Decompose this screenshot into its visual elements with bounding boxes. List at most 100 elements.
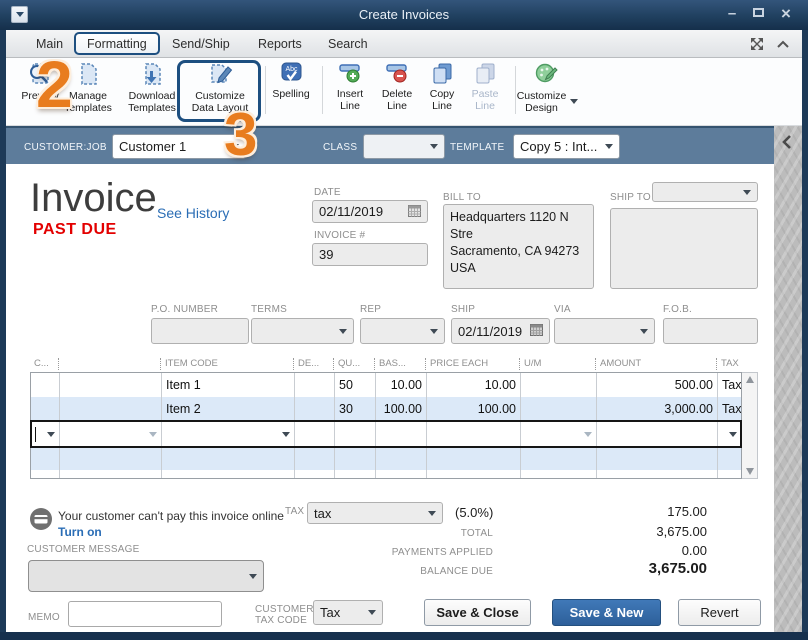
calendar-icon[interactable] [530, 323, 543, 339]
minimize-button[interactable]: – [722, 0, 742, 30]
customer-message-dropdown[interactable] [28, 560, 264, 592]
table-scrollbar[interactable] [742, 372, 758, 479]
tab-send-ship[interactable]: Send/Ship [166, 30, 236, 58]
chevron-down-icon [570, 99, 578, 104]
date-value: 02/11/2019 [319, 204, 384, 219]
tab-reports[interactable]: Reports [252, 30, 308, 58]
chevron-down-icon [430, 144, 438, 149]
bill-to-box[interactable]: Headquarters 1120 N Stre Sacramento, CA … [443, 204, 594, 289]
insert-line-label: Insert Line [336, 88, 364, 112]
customer-tax-code-dropdown[interactable]: Tax [313, 600, 383, 625]
delete-line-button[interactable]: Delete Line [373, 62, 421, 112]
revert-button[interactable]: Revert [678, 599, 761, 626]
turn-on-link[interactable]: Turn on [58, 525, 102, 539]
ship-date-field[interactable]: 02/11/2019 [451, 318, 550, 344]
ship-date-label: SHIP [451, 304, 476, 315]
memo-field[interactable] [68, 601, 222, 627]
col-header[interactable] [58, 358, 160, 370]
save-close-button[interactable]: Save & Close [424, 599, 531, 626]
ship-to-dropdown[interactable] [652, 182, 758, 202]
maximize-button[interactable] [748, 0, 768, 30]
insert-line-button[interactable]: Insert Line [326, 62, 374, 112]
po-number-field[interactable] [151, 318, 249, 344]
chevron-down-icon[interactable] [47, 431, 55, 437]
via-dropdown[interactable] [554, 318, 655, 344]
calendar-icon[interactable] [408, 204, 421, 220]
col-header[interactable]: ITEM CODE [160, 358, 293, 370]
customize-data-layout-icon [207, 62, 234, 89]
invoice-number-field[interactable]: 39 [312, 243, 428, 266]
chevron-down-icon[interactable] [149, 431, 157, 437]
chevron-down-icon[interactable] [729, 431, 737, 437]
chevron-down-icon [249, 573, 257, 579]
quantity-cell: 50 [334, 373, 375, 397]
window-title: Create Invoices [358, 7, 450, 22]
scroll-up-icon[interactable] [745, 376, 754, 383]
window-border-left [0, 0, 6, 640]
history-panel-strip[interactable] [774, 126, 802, 632]
rep-dropdown[interactable] [360, 318, 445, 344]
scroll-down-icon[interactable] [745, 468, 754, 475]
table-row[interactable]: Item 1 50 10.00 10.00 500.00 Tax [31, 373, 741, 397]
copy-line-button[interactable]: Copy Line [419, 62, 465, 112]
annotation-step-3: 3 [224, 101, 258, 168]
price-each-cell: 10.00 [426, 373, 520, 397]
fob-field[interactable] [663, 318, 758, 344]
col-header[interactable]: BAS... [374, 358, 425, 370]
tab-search[interactable]: Search [322, 30, 374, 58]
date-field[interactable]: 02/11/2019 [312, 200, 428, 223]
total-label: TOTAL [460, 528, 493, 539]
tab-formatting[interactable]: Formatting [74, 32, 160, 55]
invoice-number-label: INVOICE # [314, 230, 366, 241]
past-due-badge: PAST DUE [33, 221, 117, 238]
table-header-row: C... ITEM CODE DE... QU... BAS... PRICE … [30, 355, 758, 372]
copy-line-icon [430, 62, 455, 87]
ship-to-label: SHIP TO [610, 192, 651, 203]
expand-window-icon[interactable] [750, 37, 764, 56]
terms-dropdown[interactable] [251, 318, 354, 344]
table-row-empty[interactable] [31, 447, 741, 470]
ribbon-tab-bar: Main Formatting Send/Ship Reports Search [6, 30, 802, 58]
ship-to-box[interactable] [610, 208, 758, 289]
chevron-down-icon[interactable] [584, 431, 592, 437]
col-header[interactable]: QU... [333, 358, 374, 370]
table-row[interactable]: Item 2 30 100.00 100.00 3,000.00 Tax [31, 397, 741, 421]
chevron-down-icon[interactable] [282, 431, 290, 437]
close-button[interactable]: × [776, 0, 796, 30]
amount-cell: 3,000.00 [596, 397, 717, 421]
tax-rate: (5.0%) [455, 505, 494, 520]
col-header[interactable]: PRICE EACH [425, 358, 519, 370]
chevron-down-icon [368, 610, 376, 615]
tax-amount: 175.00 [667, 504, 707, 519]
text-cursor [35, 426, 36, 442]
chevron-down-icon [430, 328, 438, 334]
ship-date-value: 02/11/2019 [458, 323, 523, 339]
collapse-ribbon-icon[interactable] [776, 37, 790, 55]
payments-applied-value: 0.00 [681, 543, 707, 558]
spelling-button[interactable]: Abc Spelling [264, 62, 318, 101]
chevron-left-icon[interactable] [781, 134, 793, 155]
paste-line-button[interactable]: Paste Line [463, 62, 507, 112]
customize-design-button[interactable]: Customize Design [516, 62, 578, 114]
col-header[interactable]: U/M [519, 358, 595, 370]
customer-tax-code-value: Tax [320, 605, 341, 620]
customer-job-value: Customer 1 [119, 139, 187, 154]
annotation-step-2: 2 [36, 47, 73, 121]
template-dropdown[interactable]: Copy 5 : Int... [513, 134, 620, 159]
spelling-icon: Abc [279, 62, 304, 87]
download-templates-button[interactable]: Download Templates [120, 62, 184, 114]
col-header[interactable]: AMOUNT [595, 358, 716, 370]
class-dropdown[interactable] [363, 134, 445, 159]
col-header[interactable]: TAX [716, 358, 742, 370]
table-row-active[interactable] [30, 420, 742, 448]
basis-cell: 100.00 [375, 397, 426, 421]
table-row-empty[interactable] [31, 470, 741, 478]
tax-dropdown[interactable]: tax [307, 502, 443, 524]
bill-to-line: Headquarters 1120 N Stre [450, 210, 569, 241]
save-new-button[interactable]: Save & New [552, 599, 661, 626]
col-header[interactable]: DE... [293, 358, 333, 370]
col-header[interactable]: C... [30, 358, 58, 370]
template-value: Copy 5 : Int... [520, 139, 598, 154]
see-history-link[interactable]: See History [157, 205, 229, 221]
paste-line-label: Paste Line [471, 88, 499, 112]
